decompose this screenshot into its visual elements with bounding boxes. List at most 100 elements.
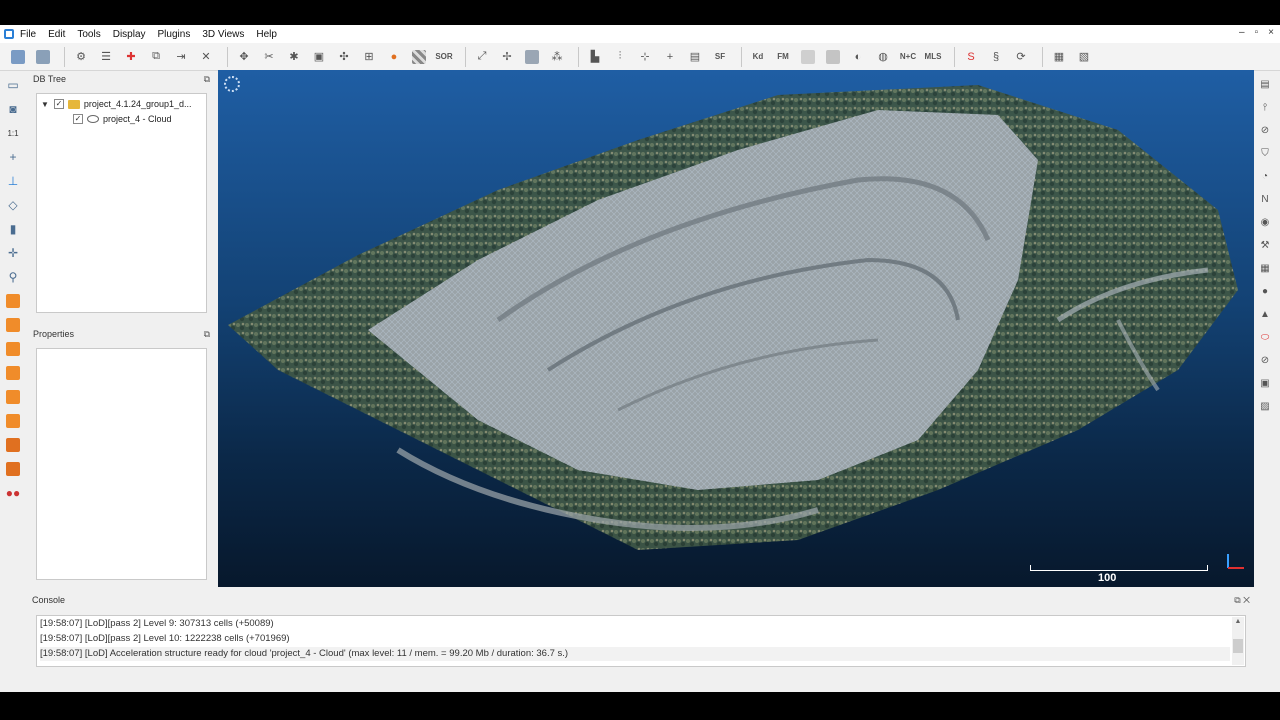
subsample-button[interactable]: ⊞: [359, 47, 379, 67]
image-button[interactable]: ▣: [1256, 374, 1274, 392]
mesh-button[interactable]: [522, 47, 542, 67]
restore-button[interactable]: ▫: [1255, 27, 1259, 38]
delete-button[interactable]: ✕: [196, 47, 216, 67]
no-entry-button[interactable]: ⊘: [1256, 351, 1274, 369]
scroll-thumb[interactable]: [1233, 639, 1243, 653]
back-view-button[interactable]: [3, 363, 23, 383]
paint-icon: ●: [390, 50, 398, 63]
perspective-button[interactable]: ◇: [3, 195, 23, 215]
split-button[interactable]: ✣: [334, 47, 354, 67]
save-button[interactable]: [33, 47, 53, 67]
fill-button[interactable]: ▣: [309, 47, 329, 67]
print-button[interactable]: [823, 47, 843, 67]
rotate-button[interactable]: ✢: [497, 47, 517, 67]
bookmark-button[interactable]: ▮: [3, 219, 23, 239]
canupo-train-button[interactable]: ▦: [1049, 47, 1069, 67]
iso-back-button[interactable]: [3, 459, 23, 479]
probe-button[interactable]: ⫯: [1256, 98, 1274, 116]
cone-button[interactable]: ▲: [1256, 305, 1274, 323]
pick-point-button[interactable]: ✚: [121, 47, 141, 67]
menu-file[interactable]: File: [20, 29, 36, 40]
undock-icon[interactable]: ⧉: [204, 72, 210, 86]
measure-button[interactable]: ⁂: [547, 47, 567, 67]
dot-button[interactable]: ●: [1256, 282, 1274, 300]
histogram-button[interactable]: ▙: [585, 47, 605, 67]
menu-tools[interactable]: Tools: [77, 29, 100, 40]
group-visibility-checkbox[interactable]: ✓: [53, 99, 64, 109]
expand-arrow-icon[interactable]: ▼: [41, 100, 49, 109]
cloud-visibility-checkbox[interactable]: ✓: [73, 114, 83, 124]
menu-display[interactable]: Display: [113, 29, 146, 40]
trash-button[interactable]: ▤: [685, 47, 705, 67]
distance-button[interactable]: ⊹: [635, 47, 655, 67]
color-button[interactable]: ●: [384, 47, 404, 67]
compass-button[interactable]: ⊘: [1256, 121, 1274, 139]
pick-rotation-button[interactable]: ⊥: [3, 171, 23, 191]
checker-button[interactable]: [409, 47, 429, 67]
front-view-button[interactable]: [3, 315, 23, 335]
minimize-button[interactable]: –: [1239, 27, 1245, 38]
3d-view[interactable]: 100: [218, 70, 1254, 587]
bottom-view-cube-icon: [6, 414, 20, 428]
close-window-button[interactable]: ×: [1268, 27, 1274, 38]
top-view-button[interactable]: [3, 291, 23, 311]
left-view-button[interactable]: [3, 339, 23, 359]
scalar-field-button[interactable]: SF: [710, 47, 730, 67]
globe-button[interactable]: ◍: [873, 47, 893, 67]
stereo-button[interactable]: ●●: [3, 483, 23, 503]
stats-button[interactable]: ⫶: [610, 47, 630, 67]
global-view-button[interactable]: ▭: [3, 75, 23, 95]
clone-button[interactable]: ⚙: [71, 47, 91, 67]
segment-button[interactable]: ✂: [259, 47, 279, 67]
pan-button[interactable]: ✛: [3, 243, 23, 263]
menu-3d-views[interactable]: 3D Views: [202, 29, 244, 40]
canupo-classify-button[interactable]: ▧: [1074, 47, 1094, 67]
menu-help[interactable]: Help: [256, 29, 277, 40]
console-scrollbar[interactable]: ▲: [1232, 617, 1244, 665]
menu-edit[interactable]: Edit: [48, 29, 65, 40]
mls-button[interactable]: MLS: [923, 47, 943, 67]
refresh-button[interactable]: ⟳: [1011, 47, 1031, 67]
grid-button[interactable]: ▦: [1256, 259, 1274, 277]
head-button[interactable]: ◔: [1256, 167, 1274, 185]
sphere-button[interactable]: ◐: [848, 47, 868, 67]
undock-icon[interactable]: ⧉: [204, 327, 210, 341]
pivot-button[interactable]: +: [3, 147, 23, 167]
tree-item-group[interactable]: ▼ ✓ project_4.1.24_group1_d...: [41, 97, 192, 111]
bubble-button[interactable]: ◉: [1256, 213, 1274, 231]
db-tree-panel: ▼ ✓ project_4.1.24_group1_d... ✓ project…: [36, 93, 207, 313]
sample-button[interactable]: ✱: [284, 47, 304, 67]
shield-button[interactable]: ⛉: [1256, 144, 1274, 162]
segment-plugin-button[interactable]: S: [961, 47, 981, 67]
tool-button[interactable]: ⚒: [1256, 236, 1274, 254]
translate-button[interactable]: ✥: [234, 47, 254, 67]
list-button[interactable]: ☰: [96, 47, 116, 67]
photo-button[interactable]: ▨: [1256, 397, 1274, 415]
align-button[interactable]: ⤢: [472, 47, 492, 67]
clapboard-button[interactable]: ▤: [1256, 75, 1274, 93]
console-dock-controls[interactable]: ⧉ ✕: [1234, 593, 1250, 607]
normals-button[interactable]: N+C: [898, 47, 918, 67]
left-view-cube-icon: [6, 342, 20, 356]
menu-plugins[interactable]: Plugins: [158, 29, 191, 40]
tree-item-cloud[interactable]: ✓ project_4 - Cloud: [73, 112, 172, 126]
camera-button[interactable]: ◙: [3, 99, 23, 119]
sor-filter-button[interactable]: SOR: [434, 47, 454, 67]
kd-tree-button[interactable]: Kd: [748, 47, 768, 67]
bottom-view-button[interactable]: [3, 411, 23, 431]
zoom-1to1-button[interactable]: 1:1: [3, 123, 23, 143]
scroll-up-icon[interactable]: ▲: [1232, 617, 1244, 627]
rotation-center-icon: ⊥: [7, 174, 19, 188]
zoom-button[interactable]: ⚲: [3, 267, 23, 287]
iso-front-button[interactable]: [3, 435, 23, 455]
open-button[interactable]: [8, 47, 28, 67]
fm-button[interactable]: FM: [773, 47, 793, 67]
crop-button[interactable]: ⧉: [146, 47, 166, 67]
snake-button[interactable]: §: [986, 47, 1006, 67]
window-button[interactable]: [798, 47, 818, 67]
north-button[interactable]: N: [1256, 190, 1274, 208]
right-view-button[interactable]: [3, 387, 23, 407]
add-button[interactable]: +: [660, 47, 680, 67]
export-button[interactable]: ⇥: [171, 47, 191, 67]
ellipse-button[interactable]: ⬭: [1256, 328, 1274, 346]
